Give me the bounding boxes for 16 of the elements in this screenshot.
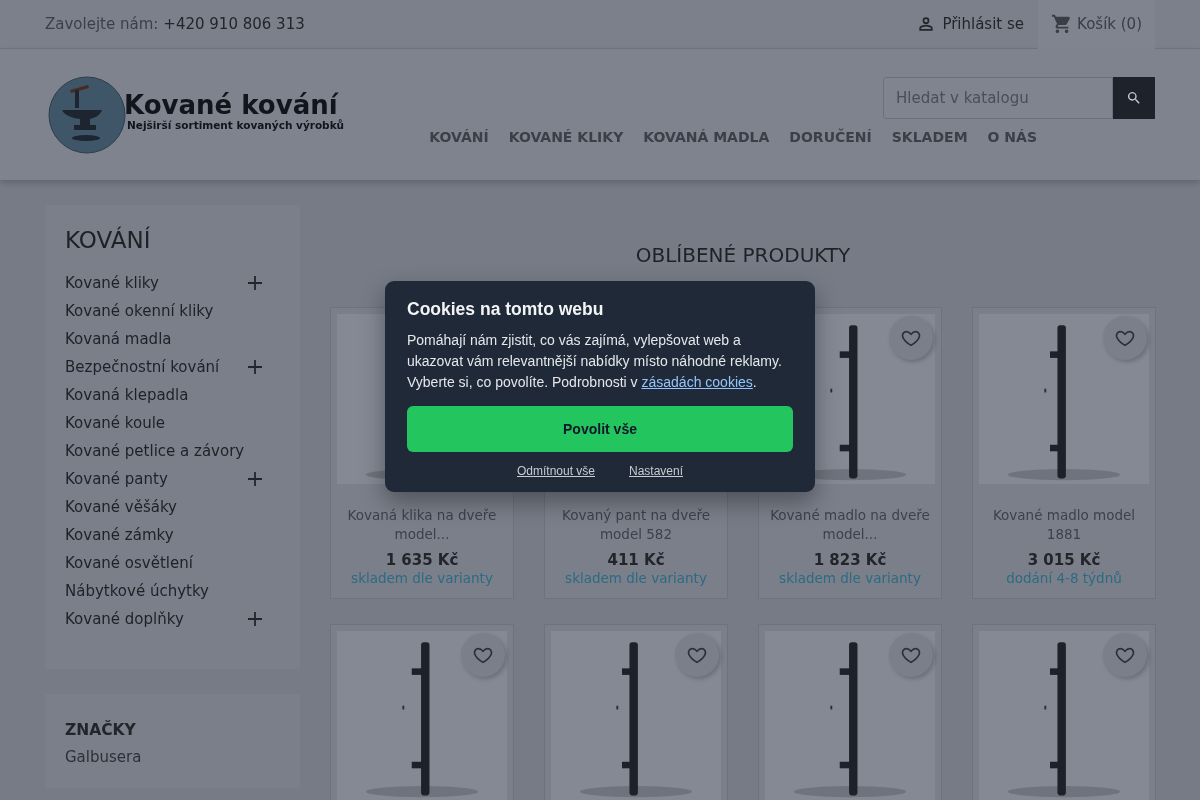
dialog-title: Cookies na tomto webu [407,299,605,320]
availability-text: skladem dle varianty [565,570,707,586]
section-title: OBLÍBENÉ PRODUKTY [634,243,852,267]
availability-text: skladem dle varianty [779,570,921,586]
availability-text: dodání 4-8 týdnů [1006,570,1122,586]
product-price: 411 Kč [607,551,665,569]
logo-subtitle: Nejširší sortiment kovaných výrobků [127,118,345,131]
logo-title: Kované kování [124,90,339,119]
category-title: KOVÁNÍ [65,227,152,253]
product-price: 1 635 Kč [385,551,459,569]
contact-label: Zavolejte nám: [45,15,159,33]
brands-title: ZNAČKY [65,721,137,739]
availability-text: skladem dle varianty [351,570,493,586]
product-price: 1 823 Kč [813,551,887,569]
phone-number: +420 910 806 313 [163,15,305,33]
product-price: 3 015 Kč [1027,551,1101,569]
